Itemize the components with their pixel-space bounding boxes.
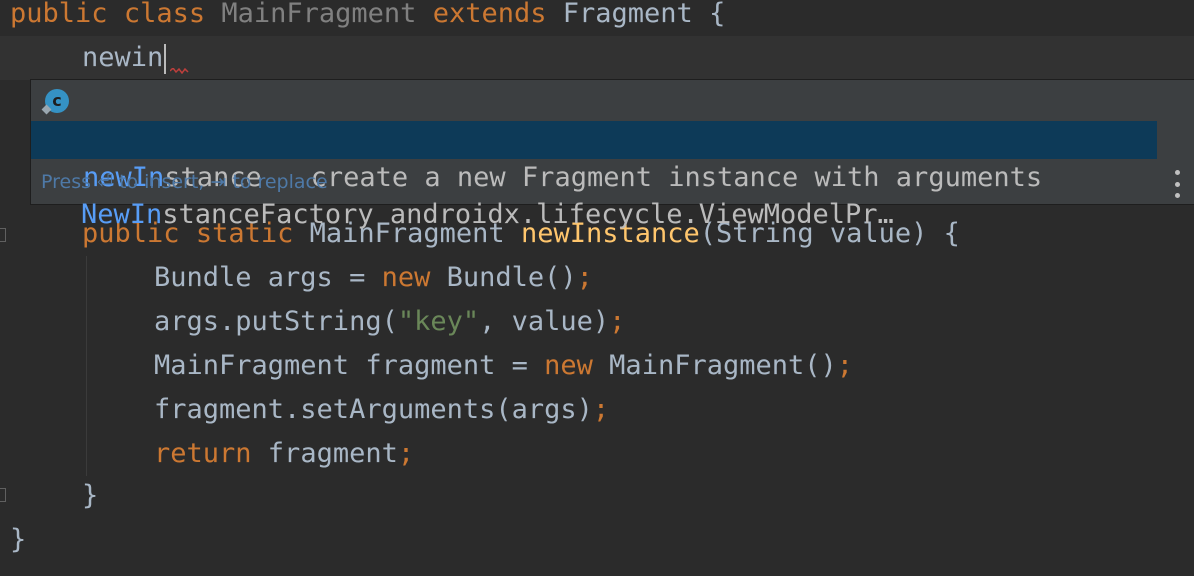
code-text: args.putString(	[154, 306, 398, 337]
kebab-menu-icon[interactable]	[1173, 170, 1181, 198]
completion-detail: create a new Fragment instance with argu…	[310, 162, 1043, 193]
keyword: public	[10, 0, 108, 29]
code-text: fragment.setArguments(args)	[154, 394, 593, 425]
semicolon: ;	[397, 438, 415, 469]
code-line: }	[0, 518, 1194, 562]
semicolon: ;	[576, 262, 593, 293]
completion-popup[interactable]: c NewInstanceFactory androidx.lifecycle.…	[30, 79, 1194, 230]
keyword: new	[544, 350, 593, 381]
parent-class: Fragment	[562, 0, 693, 29]
brace: }	[10, 524, 27, 555]
code-line: args.putString("key", value);	[0, 300, 1194, 344]
code-line: MainFragment fragment = new MainFragment…	[0, 344, 1194, 388]
string-literal: "key"	[397, 306, 480, 337]
error-squiggle-icon	[170, 68, 189, 74]
code-line: fragment.setArguments(args);	[0, 388, 1194, 432]
code-text: Bundle()	[430, 262, 577, 293]
completion-item-selected[interactable]: newInstance create a new Fragment instan…	[31, 121, 1157, 193]
class-name: MainFragment	[221, 0, 417, 29]
code-line: public class MainFragment extends Fragme…	[0, 0, 1194, 36]
completion-name: stanceFactory	[162, 199, 374, 230]
keyword: new	[381, 262, 431, 293]
brace: {	[709, 0, 726, 29]
code-line: return fragment;	[0, 432, 1194, 476]
code-text: MainFragment fragment =	[154, 350, 545, 381]
code-line: Bundle args = new Bundle();	[0, 256, 1194, 300]
completion-hint: Press ⏎ to insert, ⇥ to replace	[41, 171, 328, 193]
code-text: MainFragment()	[592, 350, 837, 381]
semicolon: ;	[836, 350, 854, 381]
code-line: }	[0, 474, 1194, 518]
code-text: Bundle args =	[154, 262, 382, 293]
semicolon: ;	[609, 306, 626, 337]
code-text: fragment	[251, 438, 398, 469]
completion-detail: androidx.lifecycle.ViewModelPr…	[389, 199, 894, 230]
keyword: extends	[432, 0, 547, 29]
completion-item[interactable]: c NewInstanceFactory androidx.lifecycle.…	[31, 82, 1157, 230]
text-caret	[164, 43, 167, 74]
brace: }	[82, 480, 99, 511]
code-editor[interactable]: public class MainFragment extends Fragme…	[0, 0, 1194, 576]
keyword: return	[154, 438, 252, 469]
keyword: class	[123, 0, 206, 29]
code-text: , value)	[479, 306, 610, 337]
semicolon: ;	[592, 394, 610, 425]
typed-text: newin	[82, 42, 164, 73]
